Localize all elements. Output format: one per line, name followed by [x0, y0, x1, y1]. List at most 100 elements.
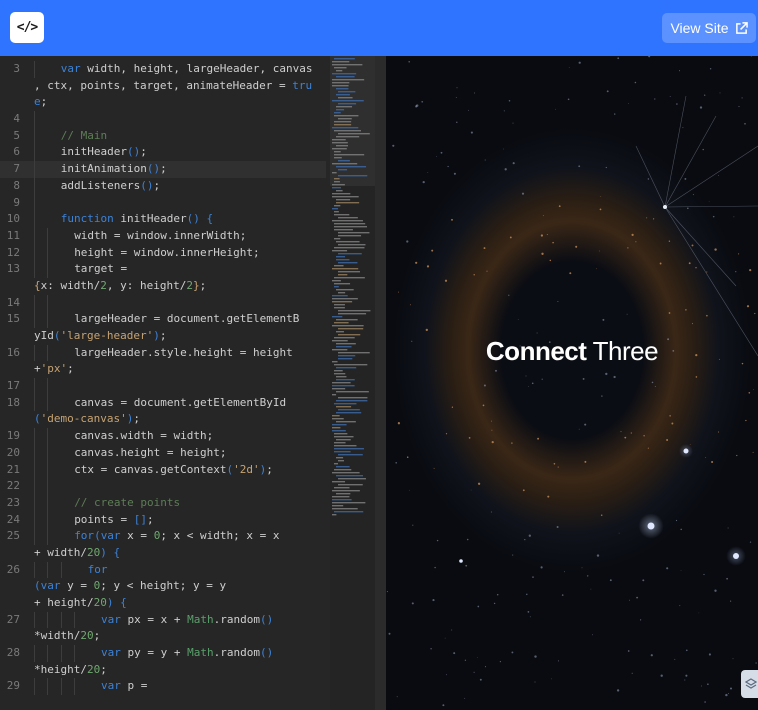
code-line[interactable]: 26 for — [0, 561, 326, 579]
star-dot — [646, 217, 648, 219]
star-dot — [706, 271, 708, 273]
star-dot — [550, 678, 552, 680]
code-line[interactable]: 9 — [0, 194, 326, 212]
minimap-line — [336, 256, 346, 258]
star-dot — [620, 431, 622, 433]
star-dot — [567, 98, 570, 101]
minimap-line — [336, 109, 345, 111]
code-line[interactable]: + height/20) { — [0, 595, 326, 612]
code-line[interactable]: (var y = 0; y < height; y = y — [0, 578, 326, 595]
code-token: ; — [266, 462, 273, 476]
code-line[interactable]: + width/20) { — [0, 545, 326, 562]
star-dot — [684, 177, 687, 180]
code-token: { — [206, 212, 214, 226]
minimap-line — [334, 304, 345, 306]
minimap[interactable] — [330, 56, 376, 710]
minimap-line — [334, 124, 352, 126]
code-token: ; — [140, 145, 147, 159]
indent-guide — [34, 194, 35, 212]
editor-scrollbar[interactable] — [375, 56, 386, 710]
star-dot — [654, 386, 656, 387]
star-dot — [447, 165, 449, 168]
code-line[interactable]: 29 var p = — [0, 678, 326, 696]
star-dot — [678, 70, 681, 72]
star-dot — [668, 240, 671, 242]
code-line[interactable]: +'px'; — [0, 361, 326, 378]
view-site-button[interactable]: View Site — [662, 13, 756, 43]
code-line[interactable]: {x: width/2, y: height/2}; — [0, 278, 326, 295]
star-dot — [684, 679, 686, 681]
code-token: ) — [153, 329, 160, 342]
stack-icon[interactable] — [741, 670, 758, 698]
minimap-line — [338, 397, 368, 399]
code-line[interactable]: 22 — [0, 478, 326, 495]
star-dot — [685, 649, 688, 652]
code-line[interactable]: 28 var py = y + Math.random() — [0, 645, 326, 662]
code-token: .random — [213, 646, 260, 660]
star-dot — [659, 262, 662, 265]
code-text: var py = y + Math.random() — [101, 645, 273, 662]
code-token: var — [100, 529, 121, 543]
code-line[interactable]: 21 ctx = canvas.getContext('2d'); — [0, 461, 326, 479]
code-line[interactable]: 17 — [0, 378, 326, 395]
minimap-line — [336, 202, 360, 204]
code-line[interactable]: 11 width = window.innerWidth; — [0, 227, 326, 245]
code-line[interactable]: ('demo-canvas'); — [0, 411, 326, 428]
code-line[interactable]: 6 initHeader(); — [0, 144, 326, 162]
code-line[interactable]: 5 // Main — [0, 127, 326, 145]
star-dot — [717, 431, 720, 433]
star-dot — [456, 87, 458, 89]
code-line[interactable]: 4 — [0, 111, 326, 128]
star-dot — [531, 382, 534, 385]
code-line[interactable]: 18 canvas = document.getElementById — [0, 394, 326, 412]
code-editor[interactable]: 3 var width, height, largeHeader, canvas,… — [0, 56, 386, 710]
code-line[interactable]: 3 var width, height, largeHeader, canvas — [0, 61, 326, 78]
code-text: addListeners(); — [61, 178, 160, 195]
code-line[interactable]: 10 function initHeader() { — [0, 211, 326, 228]
minimap-line — [332, 163, 358, 165]
network-line — [635, 145, 666, 208]
code-line[interactable]: 24 points = []; — [0, 511, 326, 529]
minimap-line — [332, 85, 349, 87]
code-token: , y: height/ — [106, 278, 187, 292]
minimap-line — [336, 136, 360, 138]
code-line[interactable]: 16 largeHeader.style.height = height — [0, 344, 326, 362]
code-line[interactable]: 14 — [0, 294, 326, 312]
indent-guide — [47, 494, 49, 512]
code-line[interactable]: 20 canvas.height = height; — [0, 444, 326, 462]
star-dot — [590, 588, 592, 590]
star-dot — [517, 319, 519, 320]
star-dot — [479, 678, 482, 681]
minimap-line — [336, 346, 352, 348]
star-dot — [685, 309, 687, 311]
indent-guide — [74, 678, 76, 696]
code-token: () — [186, 212, 200, 226]
code-toggle-button[interactable]: </> — [10, 12, 44, 43]
star-dot — [653, 218, 655, 220]
indent-guide — [74, 645, 76, 662]
code-line[interactable]: yId('large-header'); — [0, 328, 326, 345]
indent-guide — [34, 144, 35, 162]
code-line[interactable]: 25 for(var x = 0; x < width; x = x — [0, 528, 326, 545]
code-line[interactable]: , ctx, points, target, animateHeader = t… — [0, 78, 326, 95]
code-text: *width/20; — [34, 628, 100, 645]
code-line[interactable]: 27 var px = x + Math.random() — [0, 611, 326, 629]
code-token: initHeader — [60, 145, 128, 159]
star-dot — [525, 375, 527, 377]
code-line[interactable]: 19 canvas.width = width; — [0, 428, 326, 445]
top-toolbar: </> View Site — [0, 0, 758, 56]
minimap-preview — [330, 56, 376, 516]
code-line[interactable]: *height/20; — [0, 662, 326, 679]
code-line[interactable]: 8 addListeners(); — [0, 177, 326, 195]
code-line[interactable]: e; — [0, 94, 326, 111]
star-dot — [388, 632, 391, 635]
code-line[interactable]: 12 height = window.innerHeight; — [0, 244, 326, 262]
star-dot — [735, 271, 737, 273]
code-line[interactable]: 13 target = — [0, 261, 326, 278]
code-text: canvas.height = height; — [74, 445, 226, 462]
code-line[interactable]: 15 largeHeader = document.getElementB — [0, 311, 326, 328]
code-line[interactable]: 7 initAnimation(); — [0, 161, 326, 178]
star-dot — [552, 241, 554, 244]
code-line[interactable]: 23 // create points — [0, 494, 326, 512]
code-line[interactable]: *width/20; — [0, 628, 326, 645]
